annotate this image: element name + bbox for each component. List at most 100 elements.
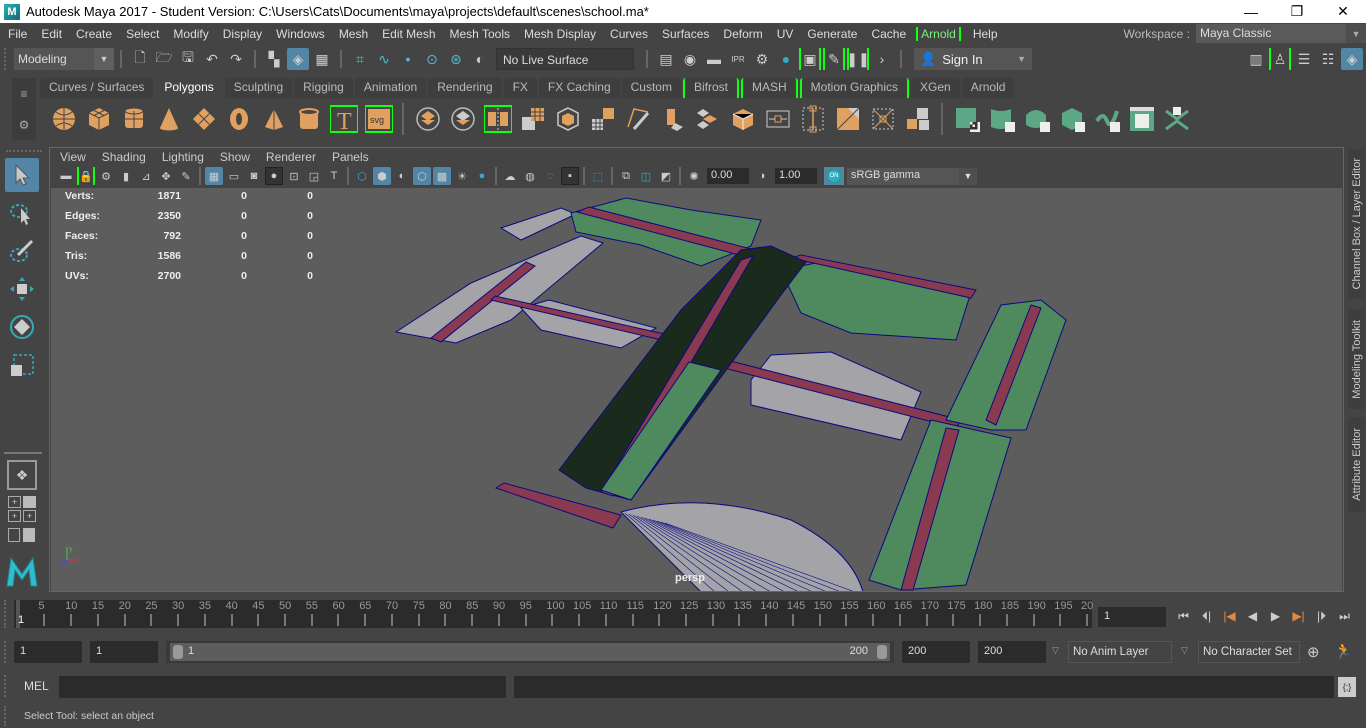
range-slider[interactable]: 1 200 bbox=[166, 641, 894, 663]
tab-attribute-editor[interactable]: Attribute Editor bbox=[1348, 417, 1365, 512]
go-to-end-icon[interactable]: ⏭ bbox=[1333, 606, 1356, 626]
shelf-tab-fx-caching[interactable]: FX Caching bbox=[538, 78, 620, 98]
tool-settings-toggle-icon[interactable]: ☷ bbox=[1317, 48, 1339, 70]
sign-in-button[interactable]: 👤 Sign In ▼ bbox=[914, 48, 1032, 70]
range-end-handle[interactable] bbox=[877, 645, 887, 659]
animation-start-field[interactable]: 1 bbox=[14, 641, 82, 663]
drag-handle[interactable] bbox=[4, 48, 7, 70]
step-forward-key-icon[interactable]: ▶| bbox=[1287, 606, 1310, 626]
command-input[interactable] bbox=[59, 676, 506, 698]
bevel-icon[interactable] bbox=[553, 104, 583, 134]
svg-icon[interactable]: svg bbox=[364, 104, 394, 134]
shelf-tab-motion-graphics[interactable]: Motion Graphics bbox=[799, 78, 910, 98]
drag-handle[interactable] bbox=[4, 675, 7, 697]
menu-deform[interactable]: Deform bbox=[715, 27, 768, 41]
four-view-layout-button[interactable]: + + + bbox=[8, 496, 38, 522]
shelf-tab-curves-surfaces[interactable]: Curves / Surfaces bbox=[40, 78, 154, 98]
smooth-icon[interactable] bbox=[518, 104, 548, 134]
extrude-icon[interactable] bbox=[658, 104, 688, 134]
range-start-handle[interactable] bbox=[173, 645, 183, 659]
textured-icon[interactable]: ▩ bbox=[433, 167, 451, 185]
expand-icon[interactable]: › bbox=[871, 48, 893, 70]
insert-edge-loop-icon[interactable] bbox=[798, 104, 828, 134]
mirror-icon[interactable] bbox=[483, 104, 513, 134]
menu-display[interactable]: Display bbox=[215, 27, 268, 41]
hypershade-icon[interactable]: ● bbox=[775, 48, 797, 70]
select-camera-icon[interactable]: ▬ bbox=[57, 167, 75, 185]
wireframe-icon[interactable]: ⬡ bbox=[353, 167, 371, 185]
tab-channel-box[interactable]: Channel Box / Layer Editor bbox=[1348, 149, 1365, 299]
move-tool[interactable] bbox=[5, 272, 39, 306]
drag-handle[interactable] bbox=[4, 600, 7, 628]
auto-key-icon[interactable]: ⊕ bbox=[1307, 643, 1320, 661]
script-language-button[interactable]: MEL bbox=[24, 679, 49, 693]
menu-surfaces[interactable]: Surfaces bbox=[654, 27, 715, 41]
poly-sphere-icon[interactable] bbox=[49, 104, 79, 134]
combine-icon[interactable] bbox=[413, 104, 443, 134]
current-frame-field[interactable]: 1 bbox=[1098, 607, 1166, 627]
light-editor-icon[interactable]: ✎ bbox=[823, 48, 845, 70]
poly-type-icon[interactable]: T bbox=[329, 104, 359, 134]
lock-camera-icon[interactable]: 🔒 bbox=[77, 167, 95, 185]
panel-menu-view[interactable]: View bbox=[60, 150, 86, 164]
poly-cube-icon[interactable] bbox=[84, 104, 114, 134]
channel-box-toggle-icon[interactable]: ◈ bbox=[1341, 48, 1363, 70]
subdivide-icon[interactable] bbox=[588, 104, 618, 134]
workspace-dropdown[interactable]: Maya Classic ▼ bbox=[1196, 24, 1366, 43]
modeling-toolkit-toggle-icon[interactable]: ▥ bbox=[1245, 48, 1267, 70]
shelf-menu-icon[interactable]: ≡ bbox=[20, 87, 27, 101]
step-back-frame-icon[interactable]: ⏴| bbox=[1195, 606, 1218, 626]
shelf-tab-bifrost[interactable]: Bifrost bbox=[682, 78, 739, 98]
merge-icon[interactable] bbox=[763, 104, 793, 134]
unfold-uv-icon[interactable] bbox=[1162, 104, 1192, 134]
shelf-tab-arnold[interactable]: Arnold bbox=[961, 78, 1015, 98]
live-surface-field[interactable]: No Live Surface bbox=[496, 48, 634, 70]
menu-file[interactable]: File bbox=[0, 27, 33, 41]
save-scene-icon[interactable]: 🖫 bbox=[177, 48, 199, 70]
select-tool[interactable] bbox=[5, 158, 39, 192]
xray-icon[interactable]: ⧉ bbox=[617, 167, 635, 185]
poly-pyramid-icon[interactable] bbox=[259, 104, 289, 134]
outliner-layout-button[interactable] bbox=[8, 528, 38, 542]
image-plane-icon[interactable]: ⊿ bbox=[137, 167, 155, 185]
append-to-polygon-icon[interactable] bbox=[728, 104, 758, 134]
poke-icon[interactable] bbox=[868, 104, 898, 134]
snap-curve-icon[interactable]: ∿ bbox=[373, 48, 395, 70]
playback-end-field[interactable]: 200 bbox=[902, 641, 970, 663]
drag-handle[interactable] bbox=[6, 150, 42, 152]
view-transform-dropdown[interactable]: sRGB gamma ▼ bbox=[847, 167, 977, 185]
script-editor-icon[interactable]: {;} bbox=[1338, 677, 1356, 697]
undo-icon[interactable]: ↶ bbox=[201, 48, 223, 70]
drag-handle[interactable] bbox=[4, 641, 7, 663]
shelf-tab-fx[interactable]: FX bbox=[503, 78, 537, 98]
single-perspective-layout-button[interactable]: ❖ bbox=[7, 460, 37, 490]
rotate-tool[interactable] bbox=[5, 310, 39, 344]
menu-modify[interactable]: Modify bbox=[165, 27, 214, 41]
animation-preferences-icon[interactable]: 🏃 bbox=[1334, 642, 1353, 660]
drag-handle[interactable] bbox=[4, 706, 7, 726]
menu-mesh-tools[interactable]: Mesh Tools bbox=[442, 27, 516, 41]
bridge-icon[interactable] bbox=[693, 104, 723, 134]
gate-mask-icon[interactable]: ● bbox=[265, 167, 283, 185]
playback-start-field[interactable]: 1 bbox=[90, 641, 158, 663]
uv-editor-icon[interactable] bbox=[1127, 104, 1157, 134]
menu-help[interactable]: Help bbox=[965, 27, 1004, 41]
gamma-field[interactable]: 1.00 bbox=[775, 168, 817, 184]
shadows-icon[interactable]: ● bbox=[473, 167, 491, 185]
anim-layer-dropdown[interactable]: No Anim Layer bbox=[1068, 641, 1172, 663]
grease-pencil-icon[interactable]: ✎ bbox=[177, 167, 195, 185]
exposure-icon[interactable]: ✺ bbox=[685, 167, 703, 185]
menu-set-dropdown[interactable]: Modeling ▼ bbox=[14, 48, 114, 70]
xray-active-components-icon[interactable]: ◫ bbox=[637, 167, 655, 185]
safe-action-icon[interactable]: ◲ bbox=[305, 167, 323, 185]
snap-live-icon[interactable]: ⊛ bbox=[445, 48, 467, 70]
shelf-tab-xgen[interactable]: XGen bbox=[911, 78, 960, 98]
minimize-button[interactable]: — bbox=[1228, 0, 1274, 23]
paint-select-tool[interactable] bbox=[5, 234, 39, 268]
snap-view-plane-icon[interactable]: ⊙ bbox=[421, 48, 443, 70]
select-hierarchy-icon[interactable]: ▚ bbox=[263, 48, 285, 70]
snap-point-icon[interactable]: • bbox=[397, 48, 419, 70]
camera-attributes-icon[interactable]: ⚙ bbox=[97, 167, 115, 185]
color-management-toggle[interactable]: ON bbox=[824, 167, 844, 185]
animation-end-field[interactable]: 200 bbox=[978, 641, 1046, 663]
